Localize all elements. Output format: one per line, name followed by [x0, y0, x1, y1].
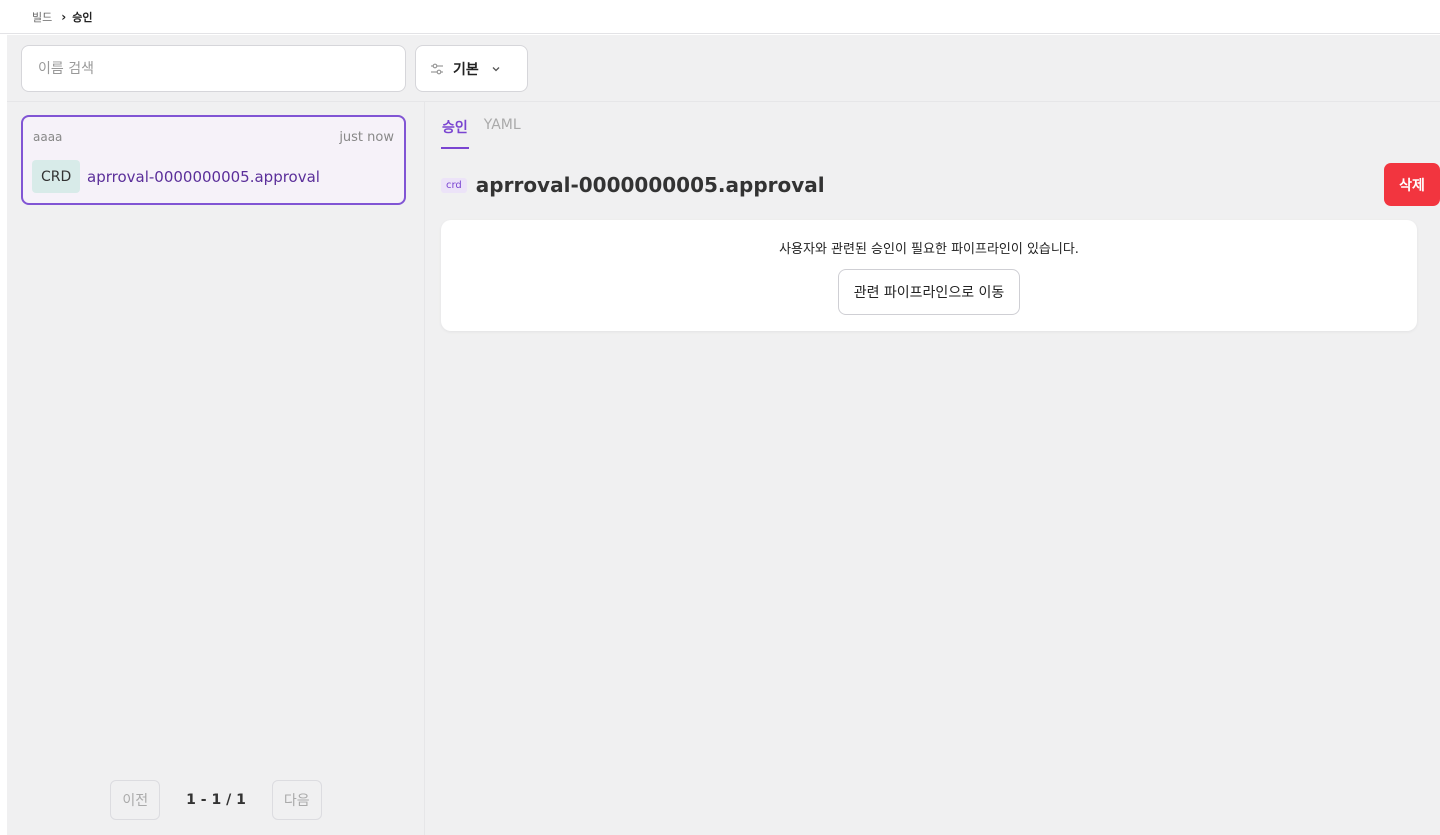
item-name: aprroval-0000000005.approval: [87, 167, 320, 186]
item-timestamp: just now: [339, 130, 394, 145]
resource-list-panel: aaaa just now CRD aprroval-0000000005.ap…: [7, 102, 425, 835]
tab-yaml[interactable]: YAML: [483, 102, 522, 149]
breadcrumb-root[interactable]: 빌드: [32, 9, 52, 25]
filter-label: 기본: [453, 61, 479, 78]
page-title: aprroval-0000000005.approval: [475, 173, 825, 197]
search-input[interactable]: [21, 45, 406, 92]
list-item[interactable]: aaaa just now CRD aprroval-0000000005.ap…: [21, 115, 406, 205]
detail-panel: 승인 YAML crd aprroval-0000000005.approval…: [425, 102, 1440, 835]
breadcrumb-separator-icon: ›: [61, 9, 67, 24]
approval-notice-card: 사용자와 관련된 승인이 필요한 파이프라인이 있습니다. 관련 파이프라인으로…: [441, 220, 1417, 331]
kind-badge: crd: [441, 177, 467, 193]
breadcrumb: 빌드 › 승인: [0, 0, 1440, 34]
goto-pipeline-button[interactable]: 관련 파이프라인으로 이동: [838, 269, 1020, 315]
item-namespace: aaaa: [33, 130, 63, 144]
sliders-icon: [430, 62, 444, 76]
prev-page-button[interactable]: 이전: [110, 780, 161, 820]
delete-button[interactable]: 삭제: [1384, 163, 1440, 206]
tab-approval[interactable]: 승인: [441, 102, 469, 149]
pagination: 이전 1 - 1 / 1 다음: [7, 780, 425, 820]
toolbar: 기본: [7, 35, 1440, 102]
main-area: 기본 aaaa just now CRD aprroval-0000000005…: [7, 35, 1440, 835]
filter-dropdown-button[interactable]: 기본: [415, 45, 528, 92]
breadcrumb-current: 승인: [72, 10, 93, 24]
detail-tabs: 승인 YAML: [441, 102, 536, 149]
chevron-down-icon: [491, 64, 501, 74]
page-info: 1 - 1 / 1: [186, 792, 246, 808]
notice-message: 사용자와 관련된 승인이 필요한 파이프라인이 있습니다.: [779, 242, 1079, 257]
item-kind-badge: CRD: [32, 160, 81, 193]
detail-title-row: crd aprroval-0000000005.approval: [441, 170, 825, 200]
next-page-button[interactable]: 다음: [271, 780, 322, 820]
